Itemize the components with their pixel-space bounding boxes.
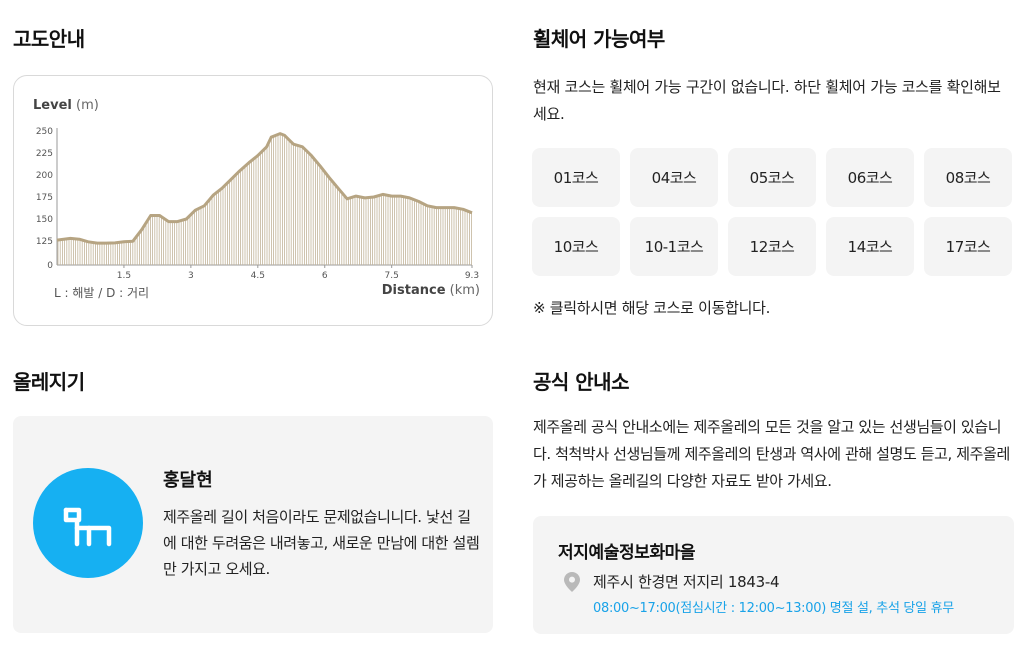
y-tick-label: 250 xyxy=(36,127,53,137)
course-button-05[interactable]: 05코스 xyxy=(728,148,816,207)
x-tick-label: 1.5 xyxy=(117,271,131,281)
course-button-04[interactable]: 04코스 xyxy=(630,148,718,207)
distance-label: Distance xyxy=(381,283,446,298)
course-button-08[interactable]: 08코스 xyxy=(924,148,1012,207)
y-tick-label: 150 xyxy=(36,215,53,225)
y-tick-label: 175 xyxy=(36,193,53,203)
distance-unit: (km) xyxy=(449,283,480,298)
y-tick-label: 125 xyxy=(36,237,53,247)
course-button-06[interactable]: 06코스 xyxy=(826,148,914,207)
wheelchair-section-title: 휠체어 가능여부 xyxy=(533,27,665,51)
course-button-01[interactable]: 01코스 xyxy=(532,148,620,207)
wheelchair-course-grid: 01코스 04코스 05코스 06코스 08코스 10코스 10-1코스 12코… xyxy=(532,148,1014,276)
course-button-14[interactable]: 14코스 xyxy=(826,217,914,276)
info-center-description: 제주올레 공식 안내소에는 제주올레의 모든 것을 알고 있는 선생님들이 있습… xyxy=(533,418,1010,490)
guide-name: 홍달현 xyxy=(163,470,213,491)
location-pin-icon xyxy=(564,572,580,592)
altitude-section-title: 고도안내 xyxy=(13,27,85,51)
x-tick-label: 6 xyxy=(322,271,328,281)
guide-section-title: 올레지기 xyxy=(13,370,85,394)
x-tick-label: 4.5 xyxy=(251,271,265,281)
info-center-hours: 08:00~17:00(점심시간 : 12:00~13:00) 명절 설, 추석… xyxy=(593,601,954,616)
wheelchair-description: 현재 코스는 휠체어 가능 구간이 없습니다. 하단 휠체어 가능 코스를 확인… xyxy=(533,78,1001,123)
course-button-17[interactable]: 17코스 xyxy=(924,217,1012,276)
info-center-section-title: 공식 안내소 xyxy=(533,370,629,394)
guide-avatar xyxy=(33,468,143,578)
course-button-12[interactable]: 12코스 xyxy=(728,217,816,276)
x-tick-label: 3 xyxy=(188,271,194,281)
course-click-note: ※ 클릭하시면 해당 코스로 이동합니다. xyxy=(533,299,771,317)
guide-message: 제주올레 길이 처음이라도 문제없습니니다. 낯선 길에 대한 두려움은 내려놓… xyxy=(163,508,480,578)
y-tick-label: 0 xyxy=(47,261,53,271)
olle-horse-icon xyxy=(63,507,112,547)
y-tick-label: 200 xyxy=(36,171,53,181)
x-tick-label: 7.5 xyxy=(385,271,399,281)
info-center-address: 제주시 한경면 저지리 1843-4 xyxy=(593,573,780,591)
x-tick-label: 9.3 xyxy=(465,271,479,281)
info-center-card: 저지예술정보화마을 제주시 한경면 저지리 1843-4 08:00~17:00… xyxy=(533,516,1014,634)
course-button-10[interactable]: 10코스 xyxy=(532,217,620,276)
altitude-chart-card: Level (m) 0 125 150 175 200 225 250 1.5 3 4.5 6 7.5… xyxy=(13,75,493,326)
chart-legend-note: L : 해발 / D : 거리 xyxy=(54,286,150,300)
info-center-name: 저지예술정보화마을 xyxy=(558,543,696,563)
guide-card: 홍달현 제주올레 길이 처음이라도 문제없습니니다. 낯선 길에 대한 두려움은… xyxy=(13,416,493,633)
course-button-10-1[interactable]: 10-1코스 xyxy=(630,217,718,276)
y-tick-label: 225 xyxy=(36,149,53,159)
x-axis-label: Distance (km) xyxy=(382,283,480,298)
